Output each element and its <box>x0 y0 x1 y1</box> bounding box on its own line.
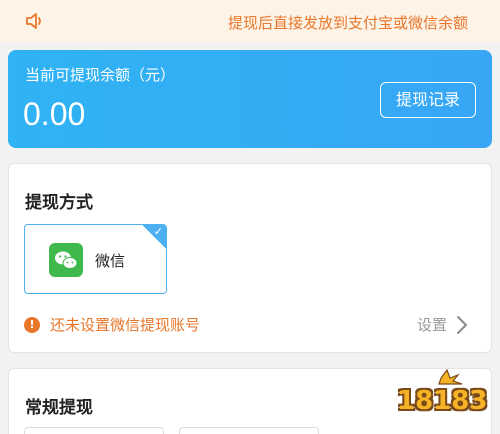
regular-withdraw-title: 常规提现 <box>25 398 93 418</box>
withdraw-method-title: 提现方式 <box>25 193 93 213</box>
speaker-icon <box>26 13 41 29</box>
warning-icon: ! <box>24 316 40 333</box>
warning-row: ! 还未设置微信提现账号 <box>24 314 200 335</box>
withdraw-record-button[interactable]: 提现记录 <box>380 82 476 118</box>
chevron-right-icon <box>457 315 468 334</box>
selected-check-icon: ✓ <box>142 225 166 249</box>
wechat-method-label: 微信 <box>95 252 126 270</box>
balance-card: 当前可提现余额（元） 0.00 提现记录 <box>8 50 492 148</box>
balance-label: 当前可提现余额（元） <box>25 66 176 84</box>
notice-text: 提现后直接发放到支付宝或微信余额 <box>228 14 469 32</box>
setting-link[interactable]: 设置 <box>417 314 469 335</box>
watermark-sun-icon <box>438 368 463 385</box>
setting-label: 设置 <box>417 316 448 334</box>
wechat-icon <box>49 243 83 277</box>
watermark-logo: 18183 <box>395 366 500 434</box>
warning-text: 还未设置微信提现账号 <box>50 316 201 334</box>
withdraw-method-card: 提现方式 微信 ✓ ! 还未设置微信提现账号 设置 <box>8 163 492 353</box>
balance-amount: 0.00 <box>23 96 86 132</box>
amount-option[interactable] <box>179 427 319 434</box>
wechat-method-option[interactable]: 微信 ✓ <box>24 224 167 294</box>
amount-option[interactable] <box>24 427 164 434</box>
watermark-text: 18183 <box>397 386 488 416</box>
notice-bar: 提现后直接发放到支付宝或微信余额 <box>0 0 500 42</box>
